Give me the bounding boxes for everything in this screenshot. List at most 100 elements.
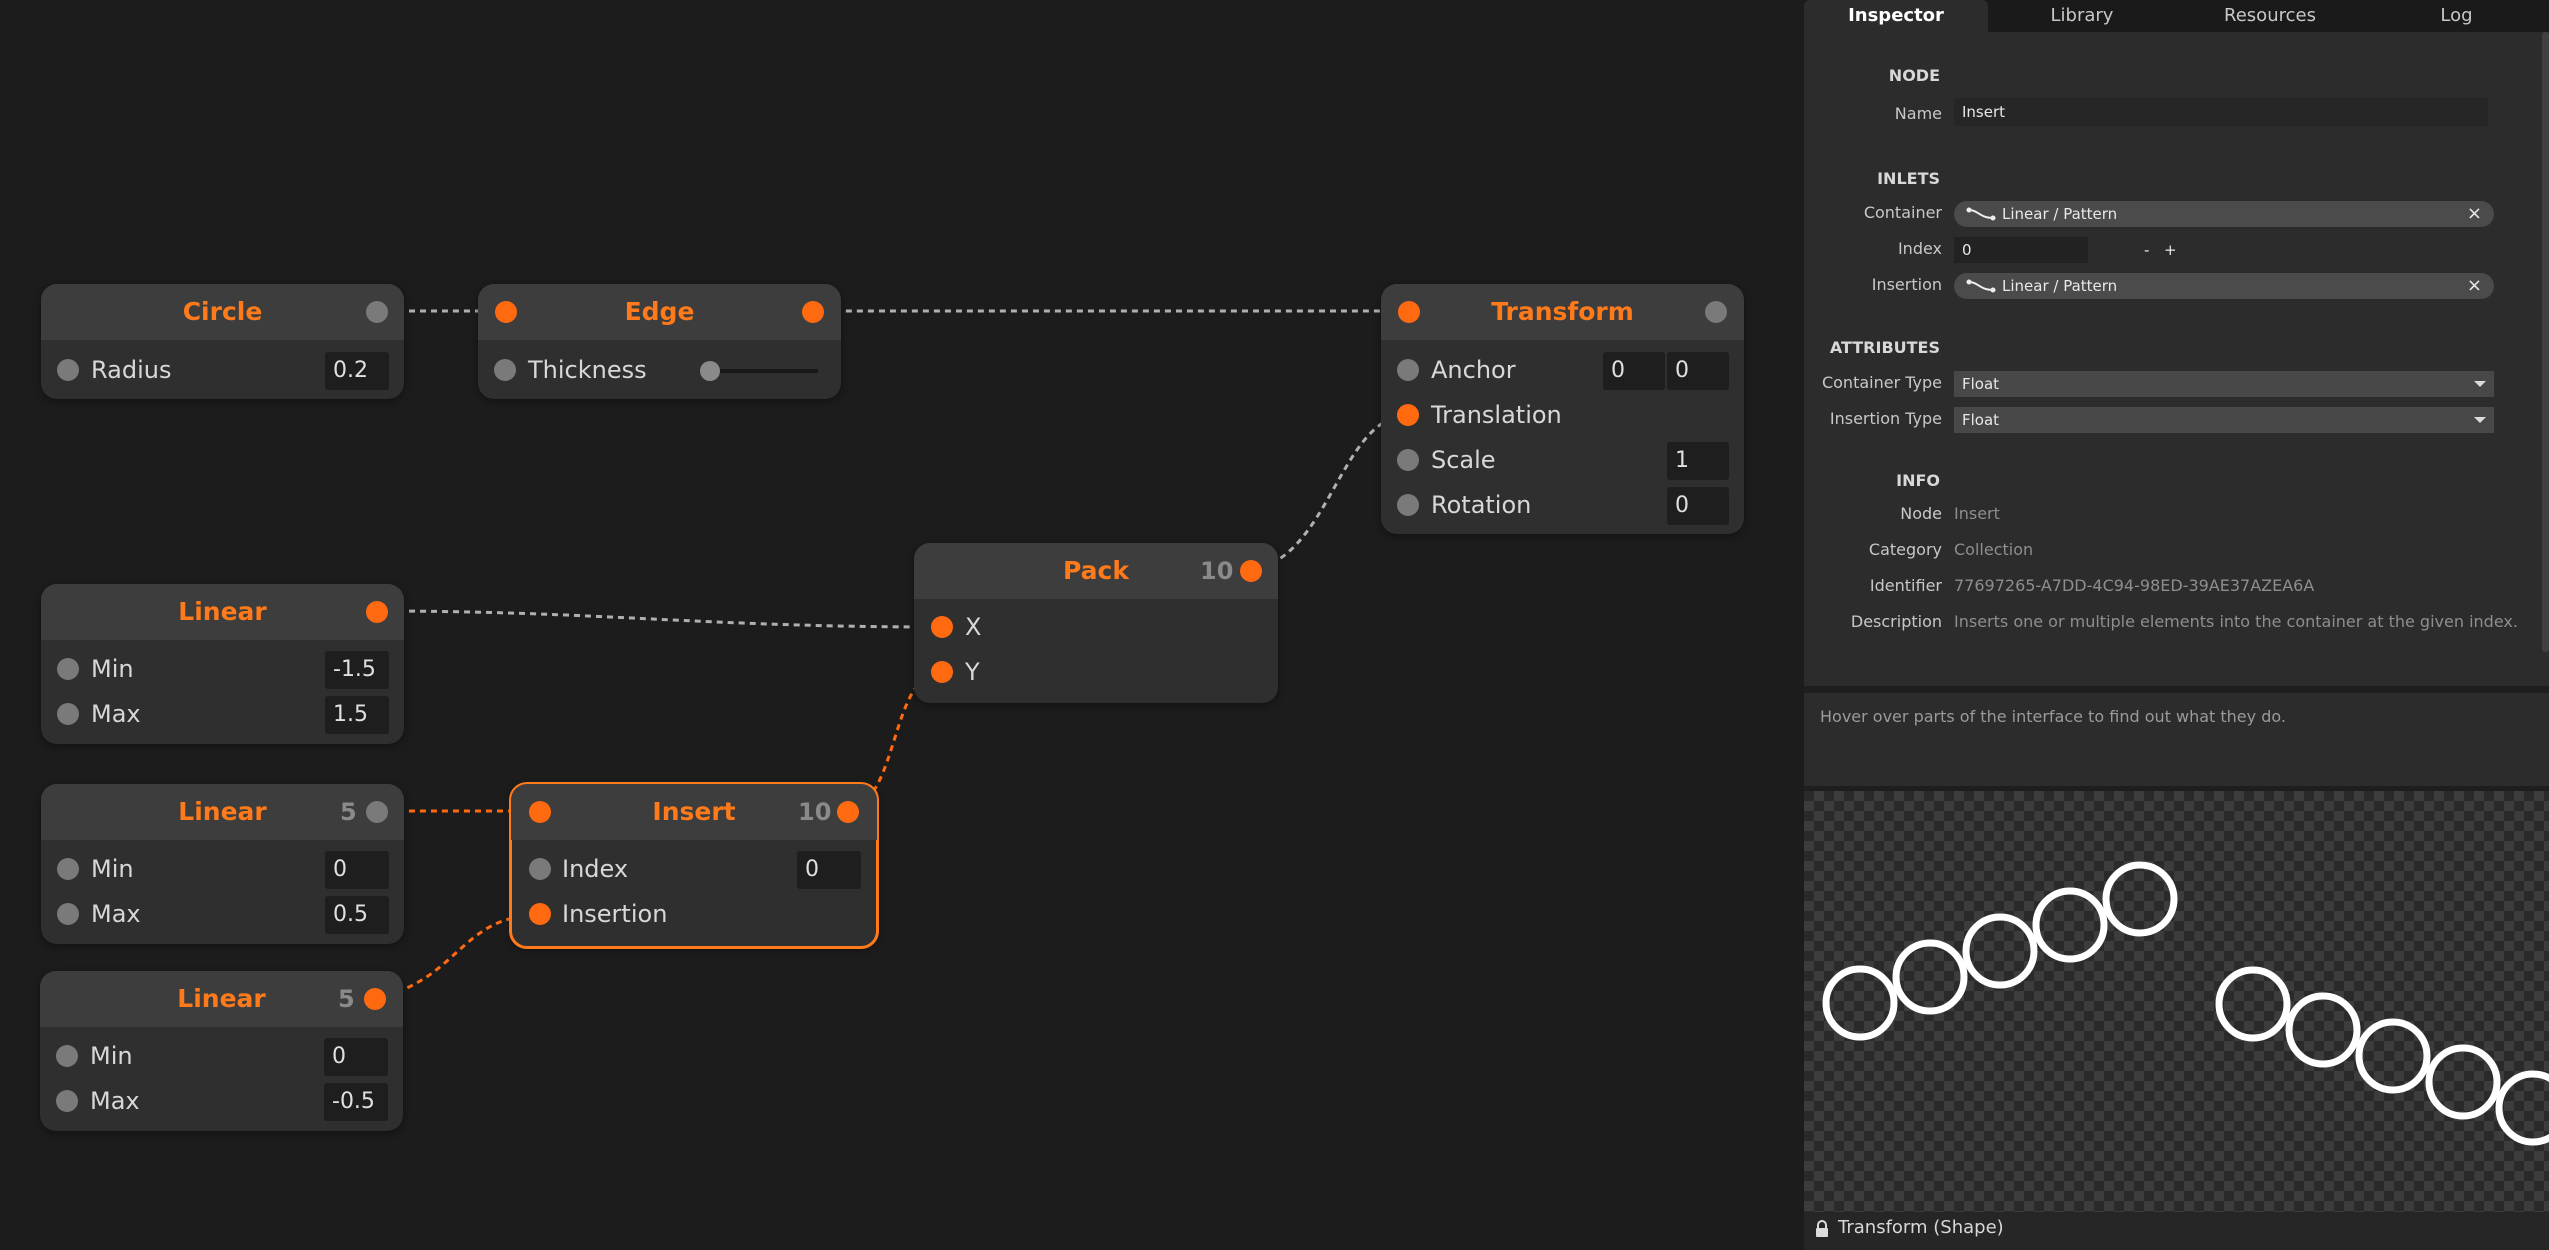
input-port[interactable] xyxy=(56,1090,78,1112)
node-row-min: Min 0 xyxy=(41,847,404,892)
min-value[interactable]: 0 xyxy=(324,1038,388,1076)
node-header[interactable]: Linear 5 xyxy=(41,784,404,840)
input-port[interactable] xyxy=(57,658,79,680)
preview-ring xyxy=(1962,913,2038,989)
node-pack[interactable]: Pack 10 X Y xyxy=(914,543,1278,703)
node-edge[interactable]: Edge Thickness xyxy=(478,284,841,399)
info-node-label: Node xyxy=(1900,504,1942,523)
preview-viewport[interactable] xyxy=(1804,791,2549,1212)
anchor-y-value[interactable]: 0 xyxy=(1667,352,1729,390)
name-input[interactable]: Insert xyxy=(1954,98,2488,126)
output-port[interactable] xyxy=(1240,560,1262,582)
min-value[interactable]: -1.5 xyxy=(325,651,389,689)
node-header[interactable]: Linear 5 xyxy=(40,971,403,1027)
node-title: Circle xyxy=(182,297,263,326)
hint-text: Hover over parts of the interface to fin… xyxy=(1820,707,2286,726)
index-decrement-button[interactable]: - xyxy=(2136,237,2156,263)
index-value[interactable]: 0 xyxy=(797,851,861,889)
node-linear-3[interactable]: Linear 5 Min 0 Max -0.5 xyxy=(40,971,403,1131)
node-linear-2[interactable]: Linear 5 Min 0 Max 0.5 xyxy=(41,784,404,944)
input-port[interactable] xyxy=(1397,494,1419,516)
input-port[interactable] xyxy=(931,661,953,683)
curve-icon xyxy=(1966,279,1996,293)
input-port[interactable] xyxy=(1397,449,1419,471)
row-label: Max xyxy=(90,1087,140,1115)
node-row-x: X xyxy=(914,605,1278,650)
panel-tabs: Inspector Library Resources Log xyxy=(1804,0,2549,32)
section-inlets: INLETS xyxy=(1877,169,1940,188)
inspector-scrollbar[interactable] xyxy=(2542,32,2549,652)
anchor-x-value[interactable]: 0 xyxy=(1603,352,1665,390)
input-port[interactable] xyxy=(931,616,953,638)
output-port[interactable] xyxy=(366,801,388,823)
output-port[interactable] xyxy=(366,301,388,323)
min-value[interactable]: 0 xyxy=(325,851,389,889)
node-row-max: Max 1.5 xyxy=(41,692,404,737)
preview-ring xyxy=(2495,1070,2549,1146)
radius-value[interactable]: 0.2 xyxy=(325,352,389,390)
input-port[interactable] xyxy=(494,359,516,381)
insertion-type-select[interactable]: Float xyxy=(1954,407,2494,433)
node-header[interactable]: Insert 10 xyxy=(511,784,877,840)
insertion-type-value: Float xyxy=(1962,411,2000,429)
tab-resources[interactable]: Resources xyxy=(2176,0,2364,32)
container-inlet[interactable]: Linear / Pattern × xyxy=(1954,201,2494,227)
rotation-value[interactable]: 0 xyxy=(1667,487,1729,525)
section-node: NODE xyxy=(1888,66,1940,85)
index-increment-button[interactable]: + xyxy=(2156,237,2177,263)
lock-icon[interactable] xyxy=(1814,1220,1830,1238)
container-type-label: Container Type xyxy=(1821,373,1942,392)
input-port[interactable] xyxy=(529,858,551,880)
node-header[interactable]: Pack 10 xyxy=(914,543,1278,599)
input-port[interactable] xyxy=(57,703,79,725)
scale-value[interactable]: 1 xyxy=(1667,442,1729,480)
preview-ring xyxy=(2425,1044,2501,1120)
inspector-panel: NODE Name Insert INLETS Container Linear… xyxy=(1804,32,2549,686)
node-header[interactable]: Circle xyxy=(41,284,404,340)
row-label: Anchor xyxy=(1431,356,1516,384)
slider-handle[interactable] xyxy=(700,361,720,381)
node-row-scale: Scale 1 xyxy=(1381,438,1744,483)
preview-ring xyxy=(1822,965,1898,1041)
output-port[interactable] xyxy=(364,988,386,1010)
input-port[interactable] xyxy=(56,1045,78,1067)
row-label: Min xyxy=(91,655,134,683)
node-circle[interactable]: Circle Radius 0.2 xyxy=(41,284,404,399)
node-header[interactable]: Linear xyxy=(41,584,404,640)
node-header[interactable]: Transform xyxy=(1381,284,1744,340)
input-port[interactable] xyxy=(57,359,79,381)
max-value[interactable]: 0.5 xyxy=(325,896,389,934)
input-port[interactable] xyxy=(1397,359,1419,381)
input-port[interactable] xyxy=(1397,404,1419,426)
tab-log[interactable]: Log xyxy=(2364,0,2549,32)
input-port[interactable] xyxy=(57,903,79,925)
node-canvas[interactable]: Circle Radius 0.2 Edge Thickness Transfo… xyxy=(0,0,1804,1250)
container-value: Linear / Pattern xyxy=(2002,205,2118,223)
row-label: Rotation xyxy=(1431,491,1532,519)
output-port[interactable] xyxy=(837,801,859,823)
node-row-radius: Radius 0.2 xyxy=(41,348,404,393)
output-port[interactable] xyxy=(366,601,388,623)
node-header[interactable]: Edge xyxy=(478,284,841,340)
tab-library[interactable]: Library xyxy=(1988,0,2176,32)
container-type-select[interactable]: Float xyxy=(1954,371,2494,397)
node-linear-1[interactable]: Linear Min -1.5 Max 1.5 xyxy=(41,584,404,744)
output-port[interactable] xyxy=(1705,301,1727,323)
output-port[interactable] xyxy=(802,301,824,323)
input-port[interactable] xyxy=(529,903,551,925)
max-value[interactable]: -0.5 xyxy=(324,1083,388,1121)
clear-insertion-icon[interactable]: × xyxy=(2467,273,2482,299)
max-value[interactable]: 1.5 xyxy=(325,696,389,734)
node-title: Edge xyxy=(624,297,695,326)
input-port[interactable] xyxy=(57,858,79,880)
row-label: Scale xyxy=(1431,446,1496,474)
clear-container-icon[interactable]: × xyxy=(2467,201,2482,227)
preview-ring xyxy=(2355,1018,2431,1094)
insertion-inlet[interactable]: Linear / Pattern × xyxy=(1954,273,2494,299)
node-insert[interactable]: Insert 10 Index 0 Insertion xyxy=(509,782,879,949)
info-identifier-value: 77697265-A7DD-4C94-98ED-39AE37AZEA6A xyxy=(1954,576,2315,595)
node-transform[interactable]: Transform Anchor 0 0 Translation Scale 1… xyxy=(1381,284,1744,534)
tab-inspector[interactable]: Inspector xyxy=(1804,0,1988,32)
preview-render xyxy=(1822,861,2549,1146)
index-input[interactable]: 0 xyxy=(1954,237,2088,263)
